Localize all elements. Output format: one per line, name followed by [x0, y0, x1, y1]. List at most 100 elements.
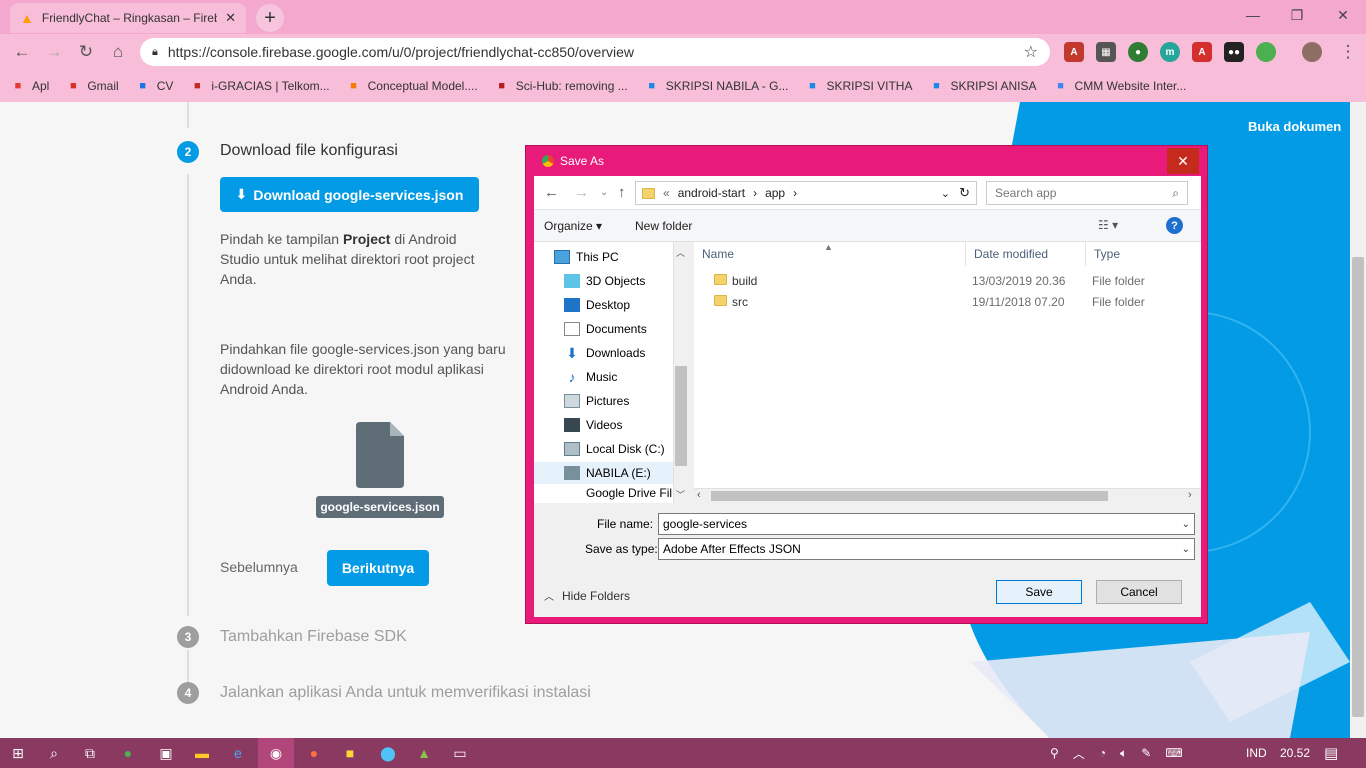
nav-desktop[interactable]: Desktop [564, 294, 630, 316]
notifications-icon[interactable]: ▤ [1324, 738, 1338, 768]
reload-button[interactable]: ↻ [72, 38, 100, 66]
edge-icon[interactable]: e [220, 738, 256, 768]
file-row-build[interactable]: build 13/03/2019 20.36 File folder [694, 270, 1186, 291]
nav-music[interactable]: ♪ Music [564, 366, 618, 388]
previous-button[interactable]: Sebelumnya [220, 559, 298, 575]
save-type-select[interactable]: Adobe After Effects JSON ⌄ [658, 538, 1195, 560]
close-window-button[interactable]: ✕ [1320, 0, 1366, 30]
nav-pictures[interactable]: Pictures [564, 390, 629, 412]
step-3-title[interactable]: Tambahkan Firebase SDK [220, 628, 407, 646]
chevron-down-icon[interactable]: ⌄ [1182, 519, 1190, 530]
task-view-icon[interactable]: ⧉ [72, 738, 108, 768]
back-arrow-icon[interactable]: ← [544, 184, 559, 201]
organize-menu[interactable]: Organize ▾ [544, 219, 602, 233]
scroll-right-icon[interactable]: › [1188, 489, 1192, 501]
scrollbar-thumb[interactable] [1352, 257, 1364, 717]
cancel-button[interactable]: Cancel [1096, 580, 1182, 604]
chevron-down-icon[interactable]: ⌄ [1182, 544, 1190, 555]
file-name-input[interactable]: google-services ⌄ [658, 513, 1195, 535]
bookmark-star-icon[interactable]: ☆ [1024, 42, 1038, 62]
bookmark-item[interactable]: ■ Sci-Hub: removing ... [494, 78, 627, 94]
column-type[interactable]: Type [1086, 242, 1201, 266]
globe-extension-icon[interactable]: ● [1128, 42, 1148, 62]
save-button[interactable]: Save [996, 580, 1082, 604]
new-folder-button[interactable]: New folder [635, 219, 692, 233]
app-icon[interactable]: ▣ [148, 738, 184, 768]
column-date[interactable]: Date modified [966, 242, 1086, 266]
path-dropdown-icon[interactable]: ⌄ [941, 187, 950, 200]
sticky-notes-icon[interactable]: ■ [332, 738, 368, 768]
minimize-button[interactable]: — [1230, 0, 1276, 30]
keyboard-icon[interactable]: ⌨ [1165, 746, 1182, 760]
hscroll-thumb[interactable] [711, 491, 1108, 501]
help-icon[interactable]: ? [1166, 217, 1183, 234]
firefox-icon[interactable]: ● [296, 738, 332, 768]
recent-dropdown-icon[interactable]: ⌄ [600, 187, 608, 198]
home-button[interactable]: ⌂ [104, 38, 132, 66]
step-4-title[interactable]: Jalankan aplikasi Anda untuk memverifika… [220, 684, 591, 702]
nav-google-drive[interactable]: Google Drive Fil [564, 486, 672, 502]
android-studio-icon[interactable]: ▲ [406, 738, 442, 768]
bookmark-item[interactable]: ■ CMM Website Inter... [1053, 78, 1186, 94]
bookmark-item[interactable]: ■ Gmail [65, 78, 119, 94]
qr-extension-icon[interactable]: ▦ [1096, 42, 1116, 62]
nav-documents[interactable]: Documents [564, 318, 647, 340]
scroll-up-icon[interactable]: ︿ [676, 246, 685, 259]
download-config-button[interactable]: ⬇ Download google-services.json [220, 177, 479, 212]
back-button[interactable]: ← [8, 38, 36, 66]
search-icon[interactable]: ⌕ [36, 738, 72, 768]
menu-dots-icon[interactable]: ⋮ [1334, 38, 1362, 66]
tray-overflow-icon[interactable]: ︿ [1073, 745, 1085, 762]
dialog-close-button[interactable]: ✕ [1167, 148, 1199, 174]
forward-button[interactable]: → [40, 38, 68, 66]
people-icon[interactable]: ⚲ [1050, 746, 1059, 760]
bookmark-item[interactable]: ■ SKRIPSI NABILA - G... [644, 78, 788, 94]
refresh-icon[interactable]: ↻ [959, 185, 970, 201]
file-row-src[interactable]: src 19/11/2018 07.20 File folder [694, 291, 1186, 312]
dark-extension-icon[interactable]: ●● [1224, 42, 1244, 62]
maps-icon[interactable]: ⬤ [370, 738, 406, 768]
scroll-left-icon[interactable]: ‹ [697, 489, 701, 501]
restore-button[interactable]: ❐ [1274, 0, 1320, 30]
bookmark-item[interactable]: ■ SKRIPSI ANISA [928, 78, 1036, 94]
bookmark-item[interactable]: ■ SKRIPSI VITHA [804, 78, 912, 94]
page-scrollbar[interactable] [1350, 102, 1366, 738]
browser-tab[interactable]: ▲ FriendlyChat – Ringkasan – Fireb ✕ [10, 3, 246, 33]
up-arrow-icon[interactable]: ↑ [618, 184, 626, 201]
nav-downloads[interactable]: ⬇ Downloads [564, 342, 645, 364]
nav-pane-scrollbar[interactable]: ︿ ﹀ [673, 242, 688, 503]
line-app-icon[interactable]: ● [110, 738, 146, 768]
breadcrumb-android-start[interactable]: android-start [678, 186, 745, 200]
scroll-down-icon[interactable]: ﹀ [676, 488, 685, 501]
mendeley-extension-icon[interactable]: m [1160, 42, 1180, 62]
breadcrumb-overflow[interactable]: « [663, 186, 670, 200]
acrobat-extension-icon[interactable]: A [1192, 42, 1212, 62]
close-tab-icon[interactable]: ✕ [225, 10, 236, 26]
clock[interactable]: 20.52 [1280, 738, 1310, 768]
hide-folders-toggle[interactable]: ︿ Hide Folders [544, 588, 630, 604]
volume-icon[interactable]: 🔈︎ [1120, 746, 1127, 761]
windows-start-icon[interactable]: ⊞ [0, 738, 36, 768]
network-icon[interactable]: ◔ [1099, 746, 1106, 760]
nav-scroll-thumb[interactable] [675, 366, 687, 466]
command-prompt-icon[interactable]: ▭ [442, 738, 478, 768]
breadcrumb-app[interactable]: app [765, 186, 785, 200]
bookmark-item[interactable]: ■ Conceptual Model.... [346, 78, 477, 94]
dialog-title-bar[interactable]: Save As [526, 146, 1207, 176]
file-list-hscrollbar[interactable]: ‹ › [694, 488, 1201, 503]
search-input[interactable]: Search app ⌕ [986, 181, 1188, 205]
input-language[interactable]: IND [1246, 738, 1267, 768]
file-explorer-icon[interactable]: ▬ [184, 738, 220, 768]
nav-this-pc[interactable]: This PC [554, 246, 619, 268]
nav-local-disk[interactable]: Local Disk (C:) [564, 438, 665, 460]
pdf-extension-icon[interactable]: A [1064, 42, 1084, 62]
pen-icon[interactable]: ✎ [1141, 746, 1151, 760]
view-options-icon[interactable]: ☷ ▾ [1098, 218, 1118, 232]
profile-avatar[interactable] [1302, 42, 1322, 62]
green-extension-icon[interactable] [1256, 42, 1276, 62]
nav-nabila-drive[interactable]: NABILA (E:) [534, 462, 673, 484]
path-breadcrumb[interactable]: « android-start › app › ⌄ ↻ [635, 181, 977, 205]
new-tab-button[interactable]: + [256, 4, 284, 32]
address-bar[interactable]: 🔒︎ https://console.firebase.google.com/u… [140, 38, 1050, 66]
bookmark-item[interactable]: ■ Apl [10, 78, 50, 94]
